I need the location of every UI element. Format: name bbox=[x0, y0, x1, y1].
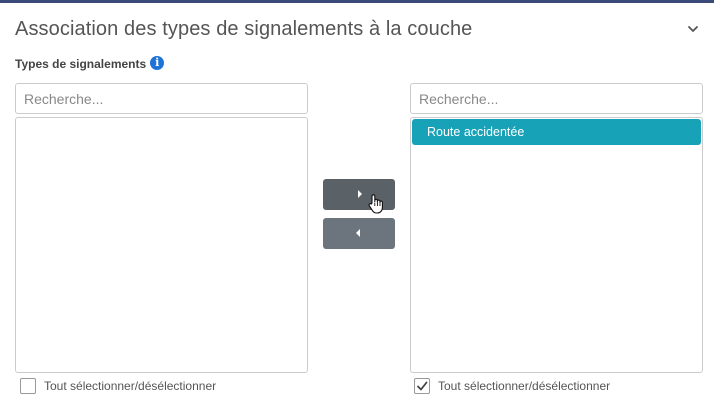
selected-select-all-label: Tout sélectionner/désélectionner bbox=[438, 379, 611, 393]
list-item[interactable]: Route accidentée bbox=[412, 119, 701, 145]
available-listbox[interactable] bbox=[15, 117, 308, 373]
available-search-input[interactable] bbox=[15, 83, 308, 114]
available-select-all[interactable]: Tout sélectionner/désélectionner bbox=[20, 378, 216, 394]
selected-select-all-checkbox[interactable] bbox=[414, 378, 430, 394]
hand-cursor-icon bbox=[367, 193, 385, 215]
available-select-all-checkbox[interactable] bbox=[20, 378, 36, 394]
chevron-down-icon[interactable] bbox=[684, 20, 702, 38]
selected-listbox[interactable]: Route accidentée bbox=[410, 117, 703, 373]
info-icon[interactable]: i bbox=[150, 55, 165, 70]
field-label-text: Types de signalements bbox=[15, 57, 147, 71]
selected-select-all[interactable]: Tout sélectionner/désélectionner bbox=[414, 378, 610, 394]
caret-right-icon bbox=[358, 190, 362, 198]
move-left-button[interactable] bbox=[323, 218, 395, 249]
panel-title: Association des types de signalements à … bbox=[15, 18, 473, 40]
available-select-all-label: Tout sélectionner/désélectionner bbox=[44, 379, 217, 393]
caret-left-icon bbox=[356, 229, 360, 237]
selected-search-input[interactable] bbox=[410, 83, 703, 114]
checkmark-icon bbox=[417, 381, 428, 391]
field-label: Types de signalements i bbox=[15, 55, 165, 71]
association-panel: Association des types de signalements à … bbox=[0, 0, 714, 409]
panel-top-border bbox=[0, 0, 714, 3]
